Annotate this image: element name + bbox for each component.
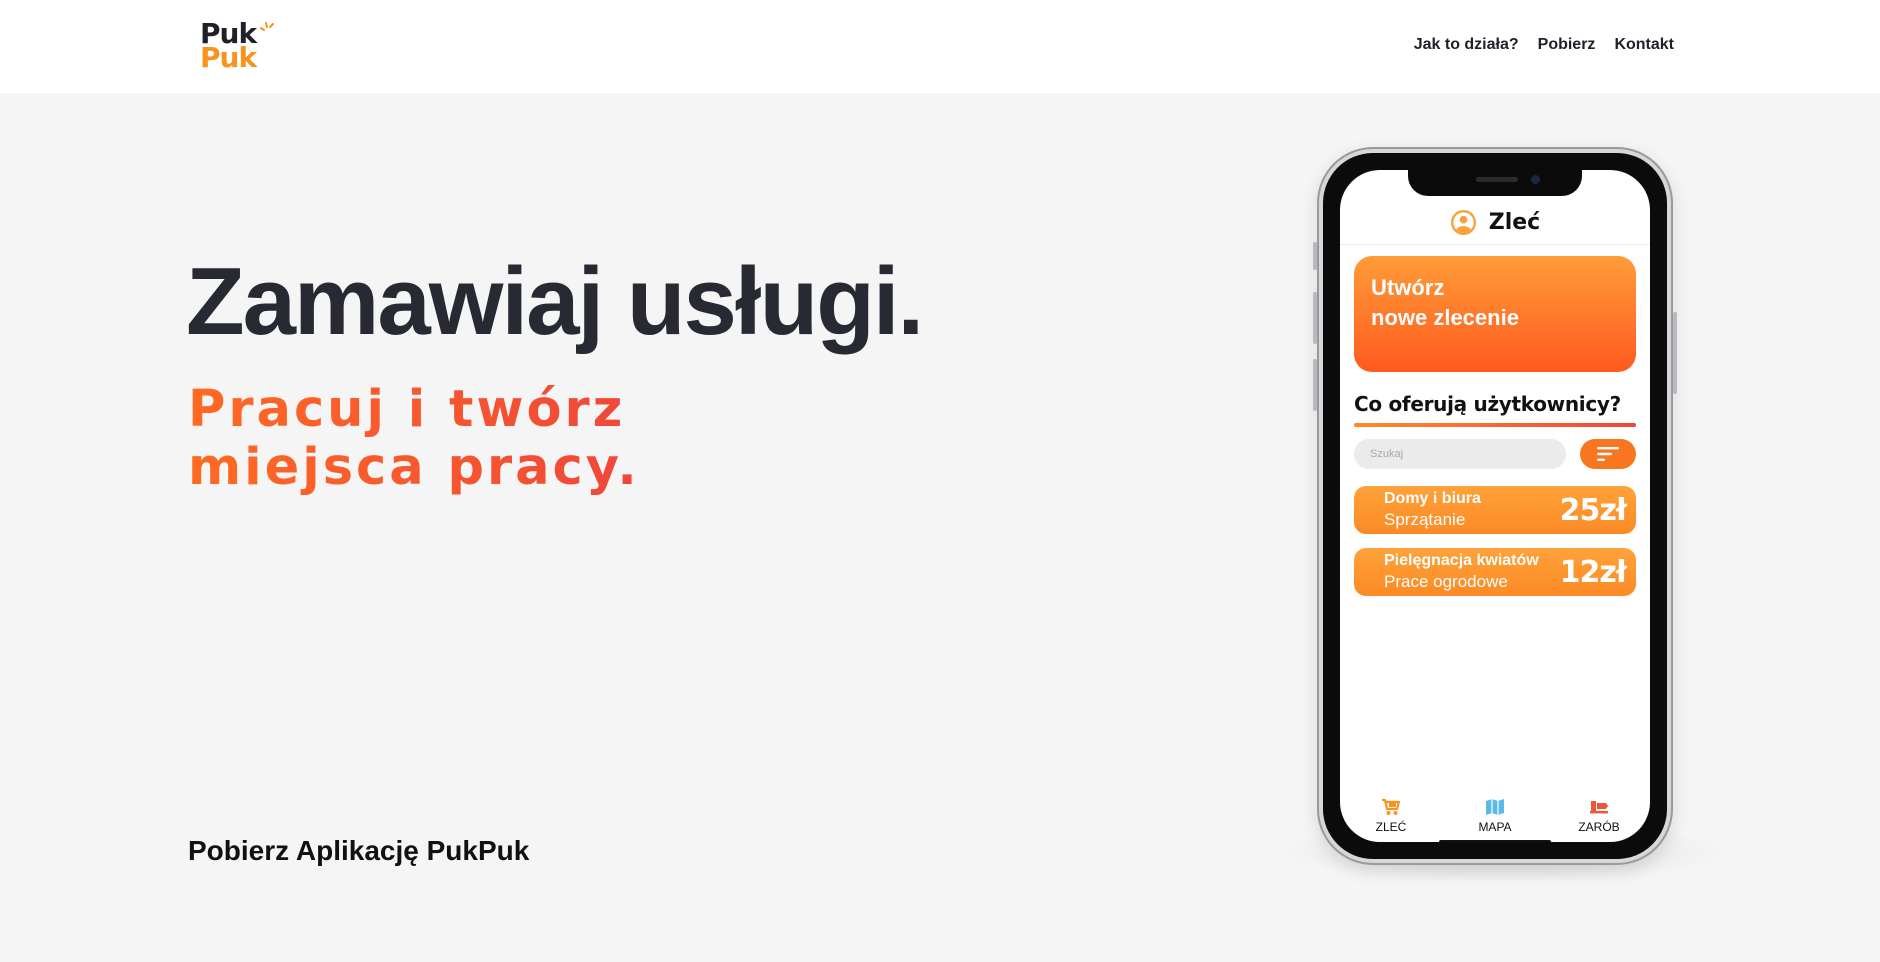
- nav-link-download[interactable]: Pobierz: [1538, 36, 1596, 54]
- nav-link-contact[interactable]: Kontakt: [1614, 36, 1674, 54]
- cart-icon: [1382, 798, 1401, 815]
- hero-subtitle-line-2: miejsca pracy.: [188, 438, 640, 497]
- tab-order-label: ZLEĆ: [1375, 820, 1407, 834]
- download-app-heading: Pobierz Aplikację PukPuk: [188, 835, 530, 866]
- app-tab-bar: ZLEĆ MAPA ZARÓB: [1340, 794, 1650, 842]
- offer-title: Domy i biura: [1384, 490, 1481, 507]
- phone-power-button: [1673, 312, 1677, 394]
- sparkle-icon: [260, 22, 274, 31]
- tab-earn[interactable]: ZARÓB: [1559, 794, 1639, 834]
- app-screen-title: Zleć: [1488, 209, 1541, 235]
- offers-section-title: Co oferują użytkownicy?: [1354, 392, 1621, 416]
- site-header: Puk Puk Jak to działa? Pobierz Kontakt: [0, 0, 1880, 93]
- map-icon: [1486, 799, 1504, 815]
- phone-volume-down: [1313, 359, 1317, 411]
- tab-earn-label: ZARÓB: [1578, 820, 1620, 834]
- offer-category: Sprzątanie: [1384, 510, 1466, 529]
- phone-notch: [1408, 170, 1582, 196]
- section-underline: [1354, 423, 1636, 427]
- home-indicator: [1439, 840, 1551, 842]
- search-input[interactable]: [1354, 439, 1566, 469]
- user-icon[interactable]: [1450, 209, 1477, 236]
- phone-screen: Zleć Utwórz nowe zlecenie Co oferują uży…: [1340, 170, 1650, 842]
- app-header-divider: [1340, 244, 1650, 245]
- app-header: Zleć: [1340, 204, 1650, 240]
- hero-title: Zamawiaj usługi.: [186, 248, 924, 355]
- offer-card[interactable]: Pielęgnacja kwiatów Prace ogrodowe 12zł: [1354, 548, 1636, 596]
- phone-bezel: Zleć Utwórz nowe zlecenie Co oferują uży…: [1323, 153, 1667, 859]
- logo-text-bottom: Puk: [200, 41, 257, 74]
- create-order-line-2: nowe zlecenie: [1371, 305, 1519, 330]
- filter-icon: [1597, 447, 1619, 461]
- offer-price: 25zł: [1559, 493, 1627, 528]
- front-camera: [1531, 175, 1540, 184]
- phone-volume-up: [1313, 292, 1317, 344]
- tab-order[interactable]: ZLEĆ: [1351, 794, 1431, 834]
- offer-category: Prace ogrodowe: [1384, 572, 1508, 591]
- filter-button[interactable]: [1580, 439, 1636, 469]
- nav-link-how-it-works[interactable]: Jak to działa?: [1414, 36, 1519, 54]
- earn-icon: [1590, 801, 1608, 814]
- offer-title: Pielęgnacja kwiatów: [1384, 552, 1539, 569]
- speaker-grille: [1476, 177, 1518, 182]
- pukpuk-logo[interactable]: Puk Puk: [200, 18, 280, 74]
- offer-price: 12zł: [1559, 555, 1627, 590]
- phone-mockup: Zleć Utwórz nowe zlecenie Co oferują uży…: [1313, 147, 1677, 865]
- create-order-line-1: Utwórz: [1371, 275, 1445, 300]
- hero-subtitle: Pracuj i twórz miejsca pracy.: [188, 381, 640, 497]
- main-nav: Jak to działa? Pobierz Kontakt: [1414, 36, 1674, 54]
- phone-side-button: [1313, 242, 1317, 270]
- offer-card[interactable]: Domy i biura Sprzątanie 25zł: [1354, 486, 1636, 534]
- create-order-card[interactable]: Utwórz nowe zlecenie: [1354, 256, 1636, 372]
- tab-map-label: MAPA: [1478, 820, 1512, 834]
- hero-subtitle-line-1: Pracuj i twórz: [188, 380, 626, 439]
- tab-map[interactable]: MAPA: [1455, 794, 1535, 834]
